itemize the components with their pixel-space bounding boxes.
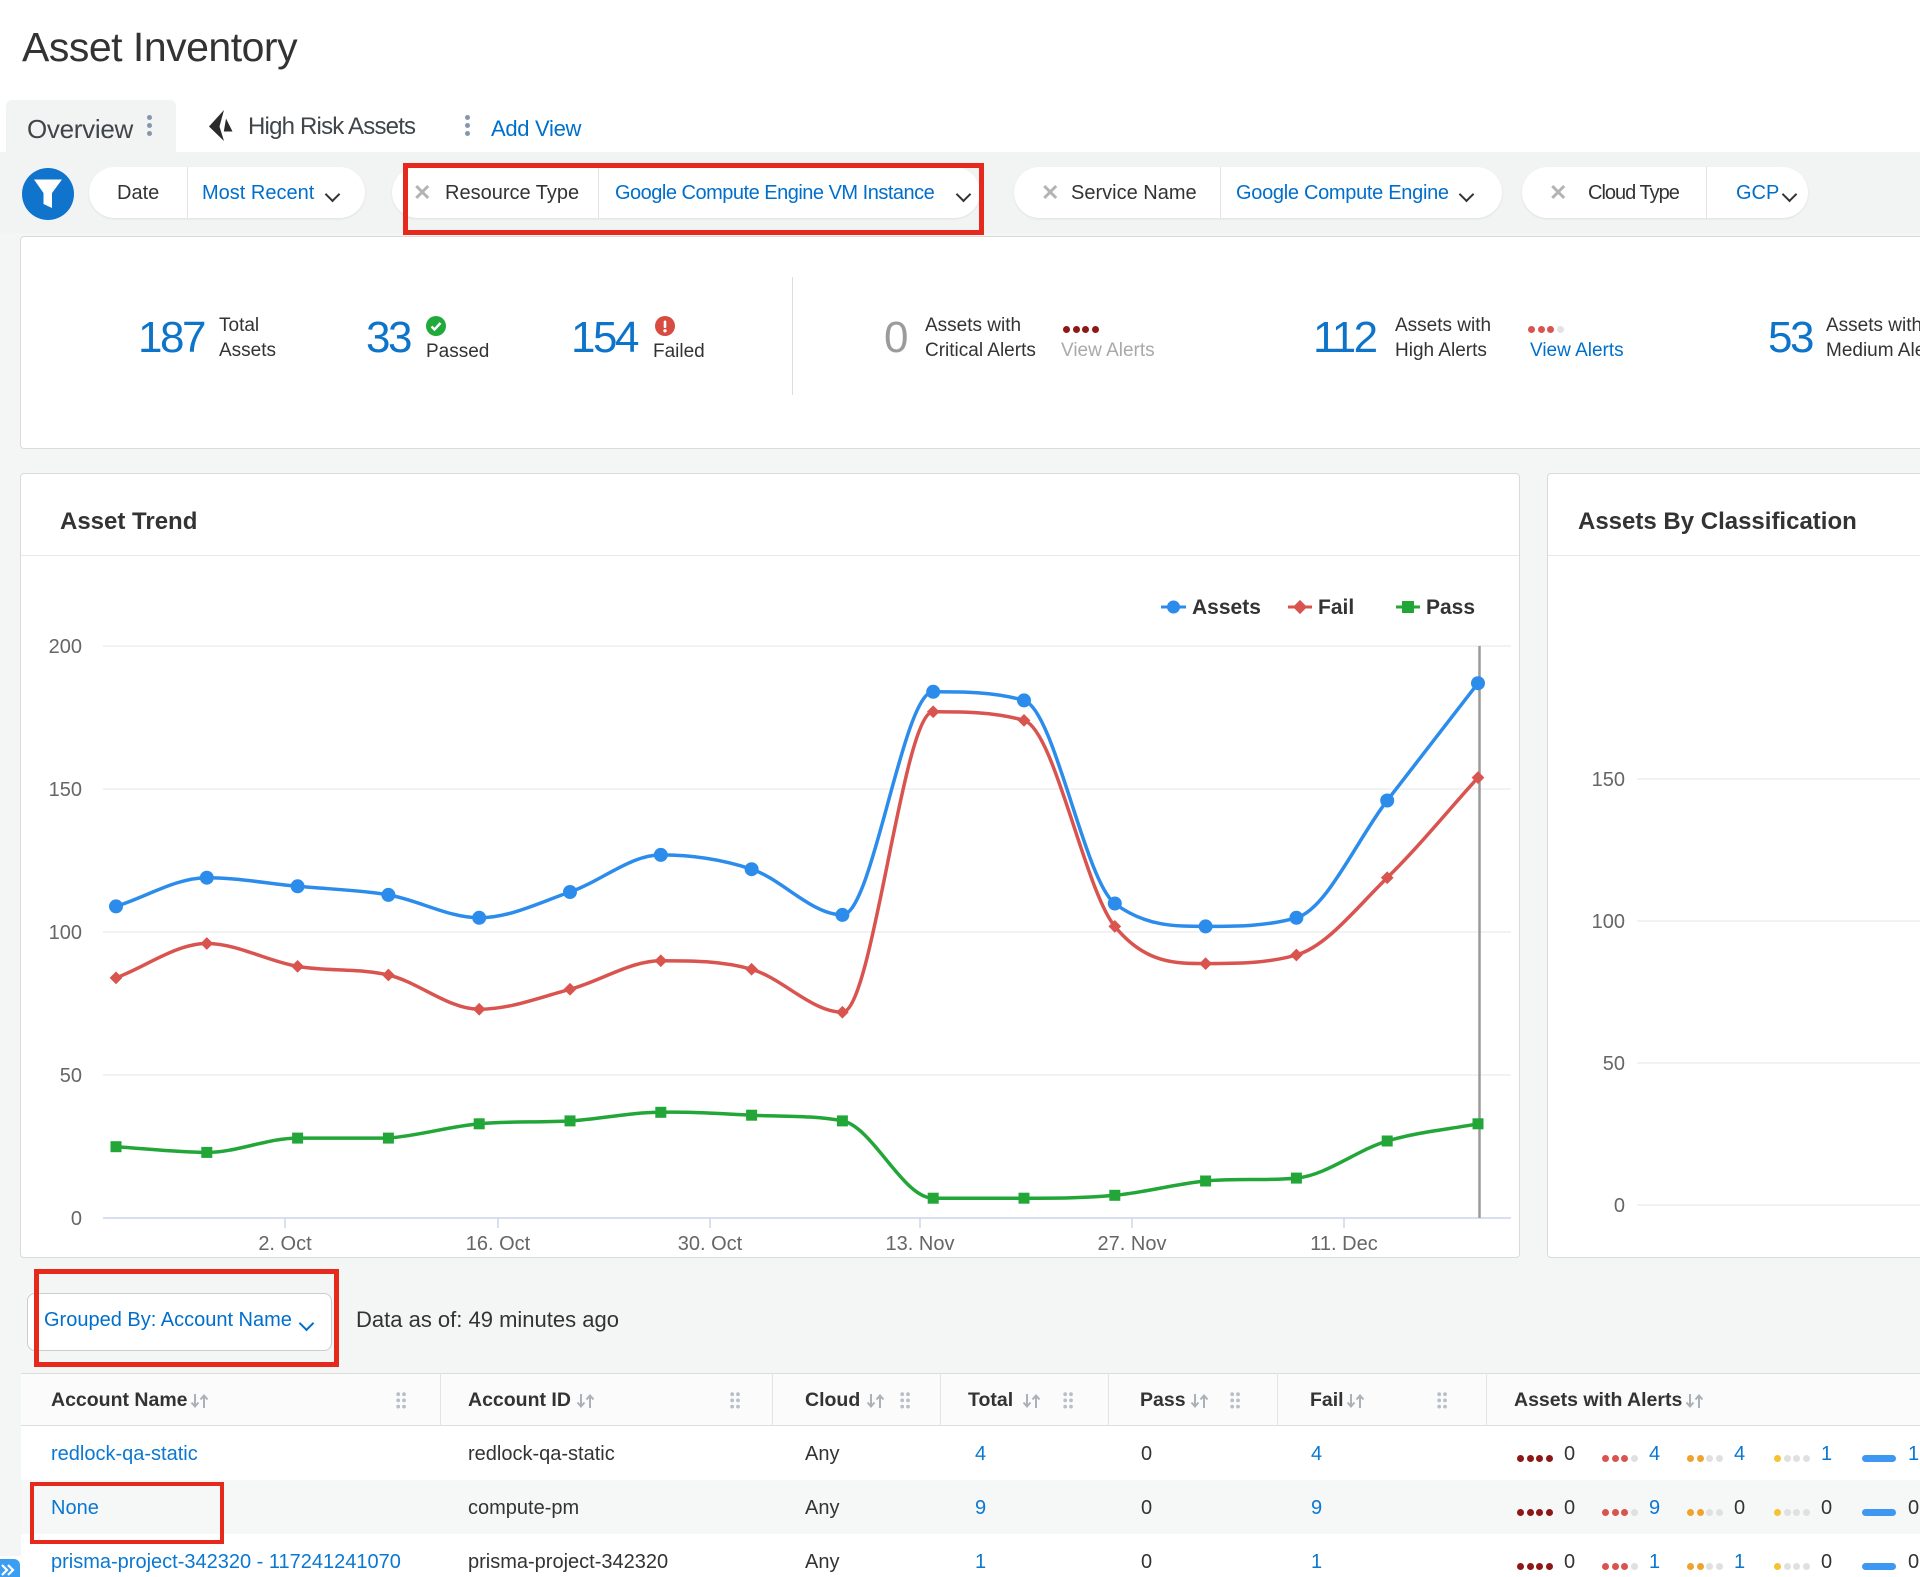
svg-text:150: 150 <box>49 779 82 801</box>
svg-text:0: 0 <box>71 1208 82 1230</box>
svg-text:100: 100 <box>1592 911 1625 933</box>
svg-text:13. Nov: 13. Nov <box>886 1233 955 1255</box>
svg-text:50: 50 <box>1603 1053 1625 1075</box>
svg-text:Assets: Assets <box>1192 596 1261 619</box>
svg-text:100: 100 <box>49 922 82 944</box>
svg-text:200: 200 <box>49 636 82 658</box>
svg-text:11. Dec: 11. Dec <box>1310 1233 1377 1255</box>
svg-text:Pass: Pass <box>1426 596 1475 619</box>
svg-text:50: 50 <box>60 1065 82 1087</box>
svg-text:16. Oct: 16. Oct <box>466 1233 531 1255</box>
svg-text:2. Oct: 2. Oct <box>258 1233 312 1255</box>
svg-text:30. Oct: 30. Oct <box>678 1233 743 1255</box>
svg-text:27. Nov: 27. Nov <box>1098 1233 1167 1255</box>
svg-text:Fail: Fail <box>1318 596 1354 619</box>
svg-text:150: 150 <box>1592 769 1625 791</box>
svg-text:0: 0 <box>1614 1195 1625 1217</box>
